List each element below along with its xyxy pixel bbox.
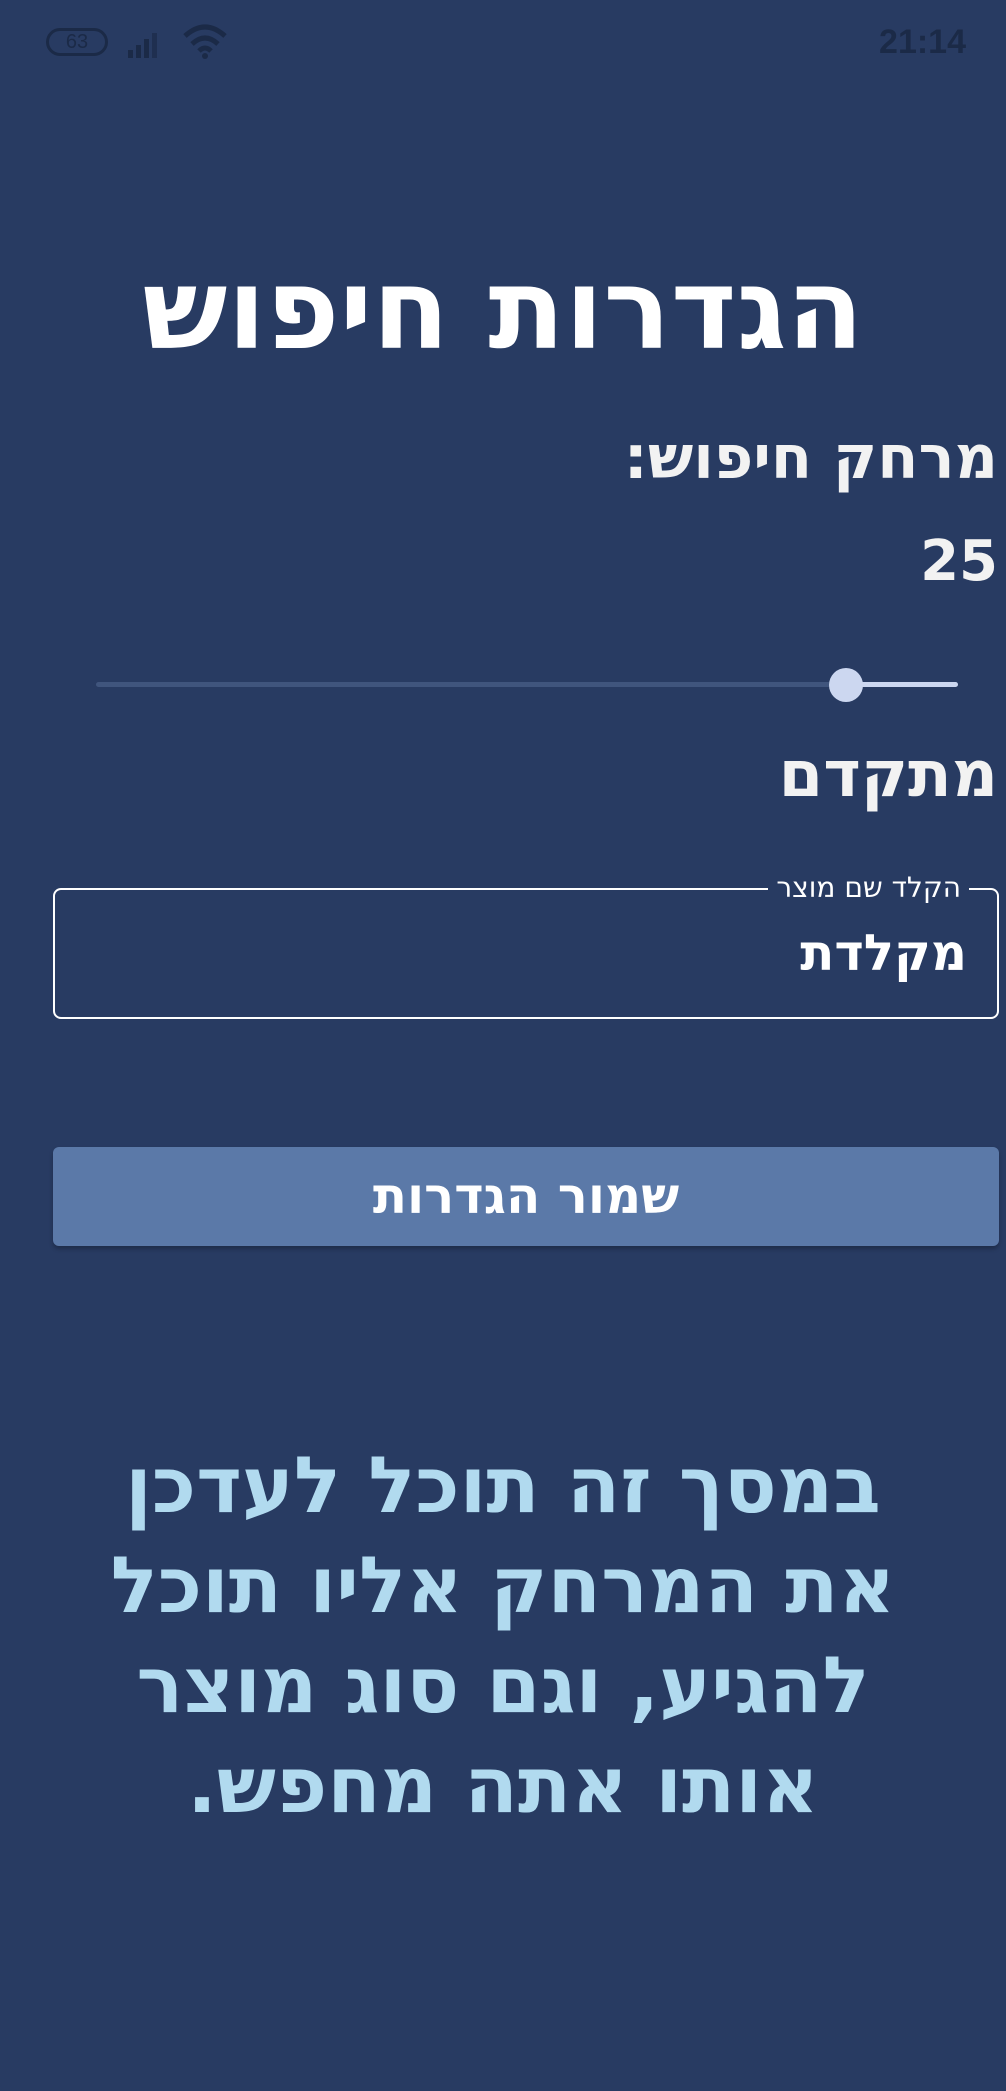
search-distance-label: מרחק חיפוש: <box>623 423 998 493</box>
save-settings-button[interactable]: שמור הגדרות <box>53 1147 999 1246</box>
clock: 21:14 <box>879 23 966 61</box>
battery-level: 63 <box>65 31 89 53</box>
status-bar: 63 21:14 <box>0 0 1006 86</box>
distance-slider[interactable] <box>96 668 958 702</box>
slider-thumb[interactable] <box>829 668 863 702</box>
battery-indicator: 63 <box>46 28 108 56</box>
product-name-label: הקלד שם מוצר <box>768 870 969 906</box>
product-name-value[interactable]: מקלדת <box>800 920 967 986</box>
product-name-field[interactable]: הקלד שם מוצר מקלדת <box>53 870 999 1019</box>
advanced-mode-label[interactable]: מתקדם <box>779 730 998 820</box>
wifi-icon <box>183 24 227 59</box>
signal-icon <box>128 33 157 58</box>
search-distance-value: 25 <box>920 529 998 594</box>
page-title: הגדרות חיפוש <box>142 245 864 375</box>
info-text: במסך זה תוכל לעדכן את המרחק אליו תוכל לה… <box>110 1441 896 1831</box>
